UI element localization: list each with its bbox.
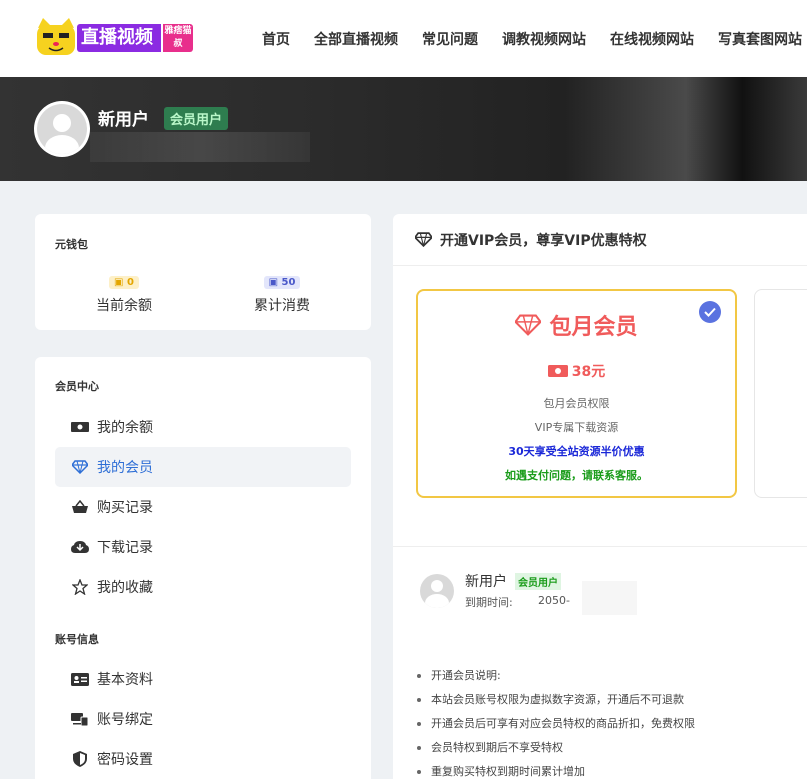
member-center-title: 会员中心	[55, 380, 99, 393]
cloud-download-icon	[71, 538, 89, 556]
avatar	[420, 574, 454, 608]
nav-faq[interactable]: 常见问题	[410, 29, 490, 49]
spent-stat[interactable]: ▣ 50 累计消费	[222, 270, 342, 315]
member-menu-card: 会员中心 我的余额 我的会员 购买记录 下载记录 我的收藏 账号信息 基本资料 …	[35, 357, 371, 779]
nav-home[interactable]: 首页	[250, 29, 302, 49]
star-icon	[71, 578, 89, 596]
nav-photo-set-sites[interactable]: 写真套图网站	[706, 29, 807, 49]
logo-tag: 雅痞猫叔	[163, 24, 193, 52]
plan-feature-3: 30天享受全站资源半价优惠	[508, 445, 645, 458]
menu-item-label: 密码设置	[97, 752, 153, 768]
menu-item-label: 我的余额	[97, 420, 153, 436]
diamond-icon	[515, 314, 542, 336]
logo-text: 直播视频	[77, 24, 161, 52]
blurred-subtitle	[90, 132, 310, 162]
current-user-summary: 新用户 会员用户 到期时间: 2050-	[420, 571, 800, 615]
menu-item-favorites[interactable]: 我的收藏	[55, 567, 351, 607]
balance-label: 当前余额	[96, 298, 152, 314]
redacted-area	[582, 581, 637, 615]
list-item: 开通会员后可享有对应会员特权的商品折扣，免费权限	[415, 714, 695, 738]
vip-panel-title: 开通VIP会员，尊享VIP优惠特权	[440, 232, 647, 249]
balance-pill: ▣ 0	[109, 276, 139, 289]
list-item: 会员特权到期后不享受特权	[415, 738, 695, 762]
membership-notes: 开通会员说明: 本站会员账号权限为虚拟数字资源，开通后不可退款 开通会员后可享有…	[415, 666, 695, 779]
menu-item-label: 基本资料	[97, 672, 153, 688]
expire-label: 到期时间:	[465, 596, 513, 609]
plan-name: 包月会员	[418, 309, 735, 341]
banner-username: 新用户	[98, 110, 149, 130]
avatar[interactable]	[34, 101, 90, 157]
plan-support-note: 如遇支付问题，请联系客服。	[505, 469, 648, 482]
account-info-title: 账号信息	[55, 633, 99, 646]
site-logo[interactable]: 直播视频 雅痞猫叔	[35, 18, 195, 56]
wallet-icon	[71, 418, 89, 436]
list-item: 开通会员说明:	[415, 666, 695, 690]
menu-item-label: 购买记录	[97, 500, 153, 516]
divider	[393, 546, 807, 547]
plan-feature-2: VIP专属下载资源	[534, 421, 619, 434]
plan-name-text: 包月会员	[549, 315, 638, 340]
summary-username: 新用户	[465, 574, 507, 590]
link-device-icon	[71, 710, 89, 728]
vip-panel: 开通VIP会员，尊享VIP优惠特权 包月会员 38元 包月会员权限 VIP专属下…	[393, 214, 807, 779]
profile-banner: 新用户 会员用户	[0, 77, 807, 181]
diamond-icon	[415, 232, 432, 247]
wallet-title: 元钱包	[55, 238, 88, 251]
plan-price-text: 38元	[571, 364, 606, 380]
summary-status-badge: 会员用户	[515, 573, 561, 590]
plan-card-next[interactable]	[754, 289, 807, 498]
nav-training-video-sites[interactable]: 调教视频网站	[490, 29, 598, 49]
plan-price: 38元	[418, 361, 735, 381]
id-card-icon	[71, 670, 89, 688]
wallet-card: 元钱包 ▣ 0 当前余额 ▣ 50 累计消费	[35, 214, 371, 330]
cat-logo-icon	[37, 18, 75, 55]
list-item: 重复购买特权到期时间累计增加	[415, 762, 695, 779]
menu-item-password[interactable]: 密码设置	[55, 739, 351, 779]
menu-item-label: 账号绑定	[97, 712, 153, 728]
cash-icon: ▣	[268, 277, 282, 288]
menu-item-balance[interactable]: 我的余额	[55, 407, 351, 447]
plan-card-monthly[interactable]: 包月会员 38元 包月会员权限 VIP专属下载资源 30天享受全站资源半价优惠 …	[416, 289, 737, 498]
member-status-badge: 会员用户	[164, 107, 229, 130]
nav-all-live-videos[interactable]: 全部直播视频	[302, 29, 410, 49]
balance-stat[interactable]: ▣ 0 当前余额	[64, 270, 184, 315]
balance-value: 0	[126, 277, 134, 288]
nav-online-video-sites[interactable]: 在线视频网站	[598, 29, 706, 49]
menu-item-label: 我的会员	[97, 460, 153, 476]
spent-value: 50	[281, 277, 296, 288]
spent-pill: ▣ 50	[263, 276, 301, 289]
main-nav: 首页 全部直播视频 常见问题 调教视频网站 在线视频网站 写真套图网站	[250, 0, 807, 77]
plan-feature-1: 包月会员权限	[543, 397, 610, 410]
diamond-icon	[71, 458, 89, 476]
menu-item-membership[interactable]: 我的会员	[55, 447, 351, 487]
expire-value: 2050-	[538, 594, 570, 607]
cash-icon: ▣	[114, 277, 127, 288]
cash-icon	[547, 365, 568, 377]
top-header: 直播视频 雅痞猫叔 首页 全部直播视频 常见问题 调教视频网站 在线视频网站 写…	[0, 0, 807, 77]
menu-item-profile[interactable]: 基本资料	[55, 659, 351, 699]
list-item: 本站会员账号权限为虚拟数字资源，开通后不可退款	[415, 690, 695, 714]
menu-item-label: 我的收藏	[97, 580, 153, 596]
spent-label: 累计消费	[254, 298, 310, 314]
shield-icon	[71, 750, 89, 768]
menu-item-purchases[interactable]: 购买记录	[55, 487, 351, 527]
menu-item-account-binding[interactable]: 账号绑定	[55, 699, 351, 739]
basket-icon	[71, 498, 89, 516]
menu-item-label: 下载记录	[97, 540, 153, 556]
menu-item-downloads[interactable]: 下载记录	[55, 527, 351, 567]
vip-panel-header: 开通VIP会员，尊享VIP优惠特权	[393, 214, 807, 266]
